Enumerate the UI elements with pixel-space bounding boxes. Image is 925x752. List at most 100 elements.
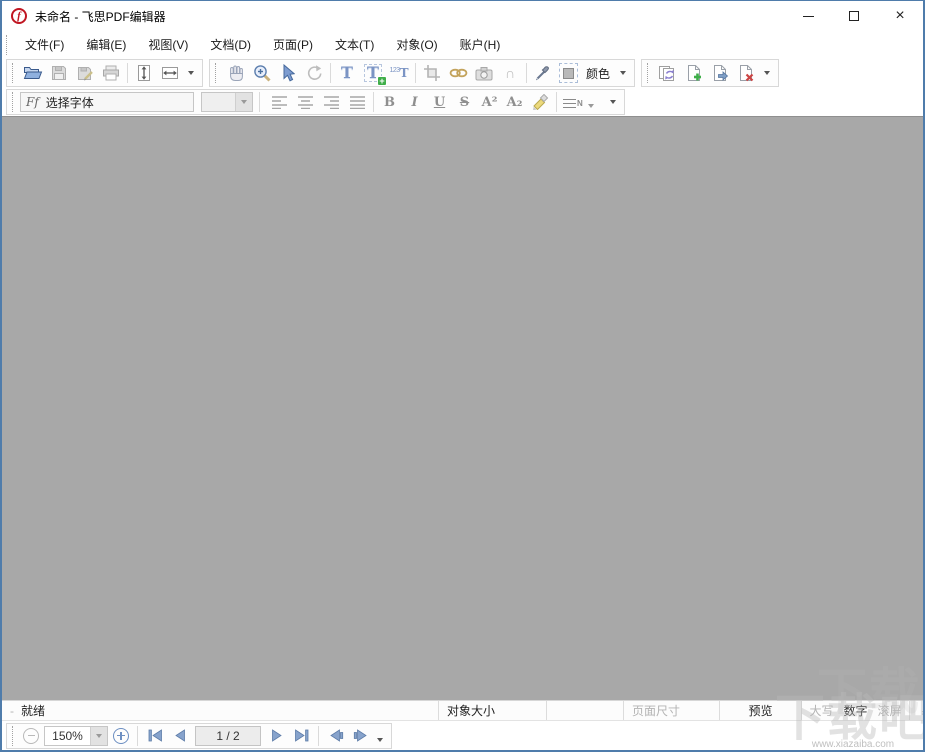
open-button[interactable]	[20, 61, 46, 85]
toolbar-grip[interactable]	[12, 726, 15, 746]
align-center-icon	[297, 95, 314, 109]
subscript-button[interactable]: A₂	[502, 90, 527, 114]
superscript-button[interactable]: A²	[477, 90, 502, 114]
preview-toggle[interactable]: 预览	[720, 701, 802, 720]
rotate-tool-button[interactable]	[301, 61, 327, 85]
extract-page-button[interactable]	[707, 61, 733, 85]
toolbar-grip[interactable]	[6, 35, 9, 55]
font-icon: Ff	[26, 95, 39, 109]
next-page-button[interactable]	[265, 724, 289, 748]
maximize-icon	[849, 11, 859, 21]
align-center-button[interactable]	[292, 90, 318, 114]
curve-button[interactable]: ∩	[497, 61, 523, 85]
italic-button[interactable]: I	[402, 90, 427, 114]
chevron-down-icon[interactable]	[235, 93, 252, 111]
save-button[interactable]	[46, 61, 72, 85]
toolbar-grip[interactable]	[647, 63, 650, 83]
fit-height-button[interactable]	[131, 61, 157, 85]
menu-file[interactable]: 文件(F)	[14, 32, 75, 57]
crop-button[interactable]	[419, 61, 445, 85]
eyedropper-button[interactable]	[530, 61, 556, 85]
extract-page-icon	[711, 64, 729, 82]
zoom-tool-button[interactable]	[249, 61, 275, 85]
save-icon	[51, 65, 67, 81]
delete-page-icon	[737, 64, 755, 82]
font-select[interactable]: Ff 选择字体	[20, 92, 194, 112]
separator	[556, 92, 557, 112]
separator	[127, 63, 128, 83]
numbered-text-button[interactable]: 123T	[386, 61, 412, 85]
file-toolbar-band	[6, 59, 203, 87]
link-button[interactable]	[445, 61, 471, 85]
toolbar-grip[interactable]	[12, 63, 15, 83]
zoom-in-button[interactable]	[113, 728, 129, 744]
zoom-out-button[interactable]	[23, 728, 39, 744]
insert-page-button[interactable]	[681, 61, 707, 85]
resize-grip[interactable]: ⢠⣠	[910, 701, 925, 720]
menu-page[interactable]: 页面(P)	[262, 32, 324, 57]
fit-height-icon	[136, 64, 152, 82]
chevron-down-icon[interactable]	[90, 727, 107, 745]
statusbar: - 就绪 对象大小 页面尺寸 预览 大写 数字 滚屏 ⢠⣠	[2, 700, 923, 720]
document-canvas[interactable]	[2, 116, 923, 700]
format-toolbar-overflow[interactable]	[610, 100, 616, 104]
main-toolbar: T T+ 123T ∩	[2, 58, 923, 88]
numbered-text-icon: 123T	[389, 66, 408, 80]
bold-button[interactable]: B	[377, 90, 402, 114]
menu-document[interactable]: 文档(D)	[199, 32, 262, 57]
fit-options-dropdown[interactable]	[188, 71, 194, 75]
menu-object[interactable]: 对象(O)	[385, 32, 448, 57]
separator	[137, 726, 138, 746]
maximize-button[interactable]	[831, 1, 877, 31]
first-page-button[interactable]	[143, 724, 167, 748]
pages-toolbar-band	[641, 59, 779, 87]
save-as-button[interactable]	[72, 61, 98, 85]
menu-text[interactable]: 文本(T)	[324, 32, 385, 57]
close-button[interactable]: ×	[877, 1, 923, 31]
add-text-button[interactable]: T+	[360, 61, 386, 85]
toolbar-grip[interactable]	[12, 92, 15, 112]
align-justify-button[interactable]	[344, 90, 370, 114]
window-title: 未命名 - 飞思PDF编辑器	[35, 8, 166, 25]
print-button[interactable]	[98, 61, 124, 85]
menu-view[interactable]: 视图(V)	[137, 32, 199, 57]
delete-page-button[interactable]	[733, 61, 759, 85]
fit-width-icon	[161, 65, 179, 81]
format-toolbar-band: Ff 选择字体 B I U S A	[6, 89, 625, 115]
color-button[interactable]: 颜色	[556, 61, 615, 85]
navigation-overflow[interactable]	[377, 738, 383, 742]
line-spacing-dropdown[interactable]	[588, 104, 594, 108]
plus-icon	[117, 732, 125, 740]
link-icon	[449, 66, 468, 80]
color-dropdown[interactable]	[620, 71, 626, 75]
align-left-button[interactable]	[266, 90, 292, 114]
crop-icon	[423, 64, 441, 82]
select-tool-button[interactable]	[275, 61, 301, 85]
toolbar-grip[interactable]	[215, 63, 218, 83]
line-spacing-button[interactable]: N	[560, 90, 602, 114]
strikethrough-button[interactable]: S	[452, 90, 477, 114]
first-page-icon	[148, 729, 163, 742]
separator	[526, 63, 527, 83]
pages-dropdown[interactable]	[764, 71, 770, 75]
font-size-select[interactable]	[201, 92, 253, 112]
previous-view-button[interactable]	[324, 724, 348, 748]
highlight-button[interactable]	[527, 90, 553, 114]
snapshot-button[interactable]	[471, 61, 497, 85]
color-label: 颜色	[586, 65, 610, 82]
zoom-level-select[interactable]: 150%	[44, 726, 108, 746]
underline-button[interactable]: U	[427, 90, 452, 114]
menu-edit[interactable]: 编辑(E)	[75, 32, 137, 57]
last-page-button[interactable]	[289, 724, 313, 748]
edit-text-button[interactable]: T	[334, 61, 360, 85]
format-toolbar: Ff 选择字体 B I U S A	[2, 88, 923, 116]
align-right-button[interactable]	[318, 90, 344, 114]
replace-pages-button[interactable]	[655, 61, 681, 85]
next-view-button[interactable]	[348, 724, 372, 748]
hand-tool-button[interactable]	[223, 61, 249, 85]
page-indicator-input[interactable]: 1 / 2	[195, 726, 261, 746]
fit-width-button[interactable]	[157, 61, 183, 85]
previous-page-button[interactable]	[167, 724, 191, 748]
minimize-button[interactable]	[785, 1, 831, 31]
menu-account[interactable]: 账户(H)	[449, 32, 512, 57]
